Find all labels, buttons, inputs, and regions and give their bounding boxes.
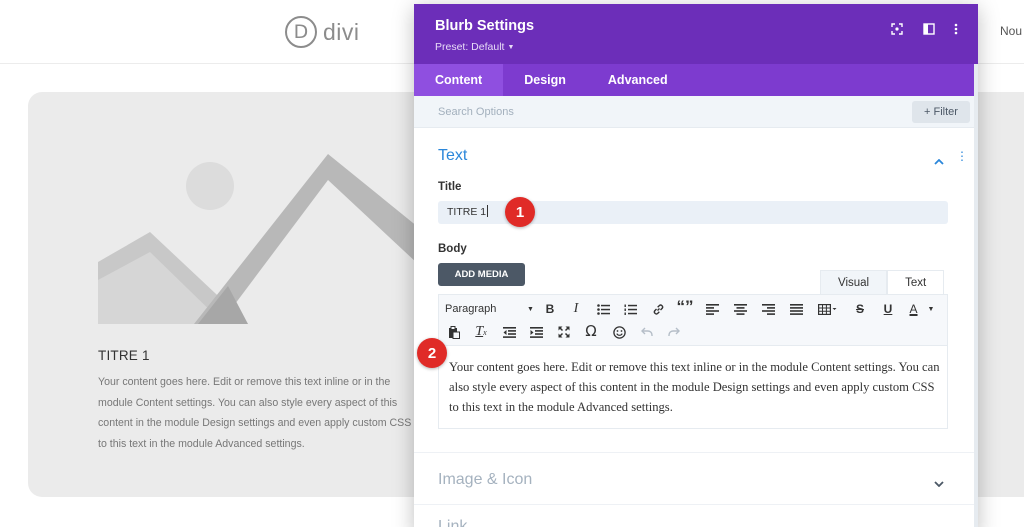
- text-color-label: A: [909, 302, 918, 316]
- link-icon[interactable]: [649, 300, 667, 318]
- editor-toolbar: Paragraph ▼ B I “” S U A ▼ T x Ω: [439, 295, 947, 346]
- body-field-label: Body: [438, 243, 467, 255]
- image-placeholder-icon: [98, 154, 418, 324]
- tab-text[interactable]: Text: [887, 270, 945, 294]
- bullet-list-icon[interactable]: [594, 300, 612, 318]
- chevron-down-icon[interactable]: [934, 474, 944, 492]
- step-badge-2: 2: [417, 338, 447, 368]
- text-cursor: [487, 205, 489, 217]
- logo-mark: D: [285, 16, 317, 48]
- modal-header[interactable]: Blurb Settings Preset: Default ▼: [414, 4, 978, 64]
- divi-logo[interactable]: D divi: [285, 16, 360, 48]
- align-left-icon[interactable]: [703, 300, 721, 318]
- caret-down-icon: ▼: [527, 305, 534, 313]
- title-input-value: TITRE 1: [447, 206, 487, 218]
- blockquote-icon[interactable]: “”: [676, 297, 694, 316]
- blurb-title: TITRE 1: [98, 348, 150, 363]
- special-character-icon[interactable]: Ω: [582, 322, 600, 340]
- filter-button[interactable]: + Filter: [912, 101, 970, 123]
- table-icon[interactable]: [816, 300, 840, 318]
- align-center-icon[interactable]: [731, 300, 749, 318]
- search-options-input[interactable]: Search Options + Filter: [414, 96, 978, 128]
- section-more-icon[interactable]: ⋮: [956, 150, 968, 162]
- redo-icon[interactable]: [665, 323, 683, 341]
- paste-text-icon[interactable]: [445, 323, 463, 341]
- italic-icon[interactable]: I: [567, 300, 585, 318]
- outdent-icon[interactable]: [500, 323, 518, 341]
- section-divider: [414, 452, 974, 453]
- bold-icon[interactable]: B: [541, 300, 559, 318]
- section-divider: [414, 504, 974, 505]
- align-right-icon[interactable]: [759, 300, 777, 318]
- split-view-icon[interactable]: [921, 21, 937, 37]
- editor-mode-tabs: Visual Text: [820, 270, 945, 294]
- clear-formatting-label: T: [475, 324, 484, 339]
- add-media-button[interactable]: ADD MEDIA: [438, 263, 525, 286]
- link-section-title[interactable]: Link: [438, 518, 467, 527]
- fullscreen-icon[interactable]: [555, 323, 573, 341]
- modal-title: Blurb Settings: [435, 18, 535, 34]
- more-vertical-icon[interactable]: [948, 21, 964, 37]
- text-color-icon[interactable]: A ▼: [905, 300, 939, 318]
- paragraph-format-select[interactable]: Paragraph ▼: [445, 300, 535, 318]
- chevron-up-icon[interactable]: [934, 152, 944, 170]
- tab-visual[interactable]: Visual: [820, 270, 888, 294]
- indent-icon[interactable]: [527, 323, 545, 341]
- strikethrough-icon[interactable]: S: [851, 300, 869, 318]
- tab-advanced[interactable]: Advanced: [587, 64, 689, 96]
- justify-icon[interactable]: [787, 300, 805, 318]
- text-section-title[interactable]: Text: [438, 147, 467, 165]
- settings-tabs: Content Design Advanced: [414, 64, 978, 96]
- focus-icon[interactable]: [889, 21, 905, 37]
- emoji-icon[interactable]: [610, 323, 628, 341]
- undo-icon[interactable]: [638, 323, 656, 341]
- rich-text-editor[interactable]: Paragraph ▼ B I “” S U A ▼ T x Ω Your co…: [438, 294, 948, 429]
- search-placeholder: Search Options: [438, 106, 514, 118]
- step-badge-1: 1: [505, 197, 535, 227]
- tab-design[interactable]: Design: [503, 64, 587, 96]
- preset-dropdown[interactable]: Preset: Default ▼: [435, 41, 514, 53]
- clear-formatting-icon[interactable]: Tx: [472, 323, 490, 341]
- modal-scrollbar[interactable]: [974, 64, 978, 527]
- caret-down-icon: ▼: [927, 305, 935, 313]
- body-text-content[interactable]: Your content goes here. Edit or remove t…: [449, 357, 941, 417]
- caret-down-icon: ▼: [507, 44, 515, 51]
- logo-text: divi: [323, 18, 360, 45]
- paragraph-select-label: Paragraph: [445, 303, 497, 315]
- numbered-list-icon[interactable]: [621, 300, 639, 318]
- image-icon-section-title[interactable]: Image & Icon: [438, 471, 532, 489]
- nav-link-partial[interactable]: Nou: [1000, 24, 1022, 38]
- preset-label: Preset: Default: [435, 41, 505, 53]
- underline-icon[interactable]: U: [879, 300, 897, 318]
- title-field-label: Title: [438, 181, 462, 193]
- tab-content[interactable]: Content: [414, 64, 504, 96]
- blurb-settings-modal: Blurb Settings Preset: Default ▼ Content …: [414, 4, 978, 527]
- blurb-body-text: Your content goes here. Edit or remove t…: [98, 376, 412, 450]
